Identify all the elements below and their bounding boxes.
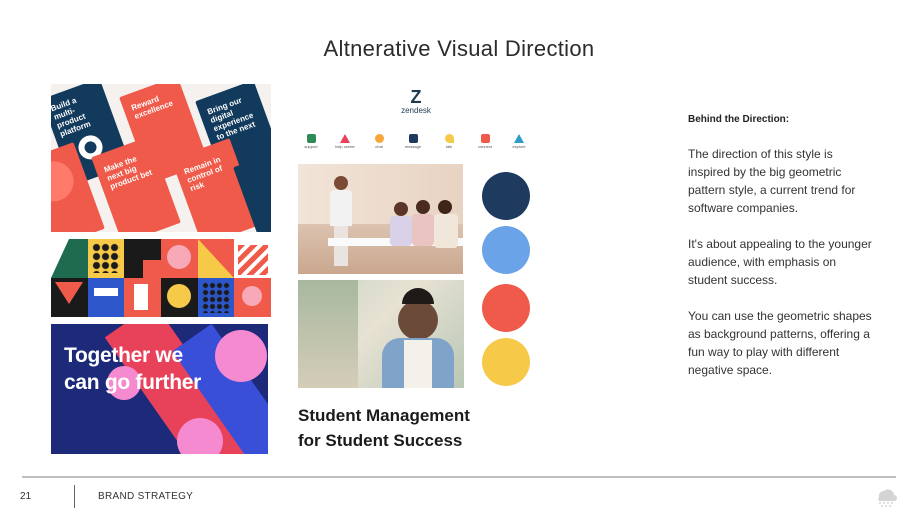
poster-text-3: Bring our digital experience to the next <box>206 95 257 142</box>
footer-section-label: BRAND STRATEGY <box>98 491 194 502</box>
pattern-cell <box>234 278 271 317</box>
explanation-paragraph-3: You can use the geometric shapes as back… <box>688 309 872 377</box>
zendesk-mark-icon: Z <box>410 87 422 107</box>
smiling-student-photo <box>298 280 464 388</box>
icon-label: support <box>304 144 318 149</box>
pattern-cell <box>161 239 198 278</box>
pattern-cell <box>197 239 235 278</box>
pattern-cell <box>234 239 271 278</box>
color-swatch-yellow <box>482 338 530 386</box>
zendesk-logo: Z zendesk <box>396 88 436 116</box>
poster-text-1: Build a multi-product platform <box>51 95 92 139</box>
banner-line-2: can go further <box>64 371 201 394</box>
footer-divider <box>22 476 896 478</box>
pattern-cell <box>124 278 161 317</box>
footer-separator <box>74 485 75 508</box>
color-swatch-navy <box>482 172 530 220</box>
team-meeting-photo <box>298 164 463 274</box>
pattern-cell <box>197 278 235 317</box>
poster-collage-image: Build a multi-product platform Reward ex… <box>51 84 271 232</box>
page-number: 21 <box>20 491 32 502</box>
icon-label: connect <box>477 144 492 149</box>
pattern-cell <box>124 239 161 278</box>
poster-text-2: Reward excellence <box>130 94 175 121</box>
pattern-cell <box>51 278 88 317</box>
color-swatch-blue <box>482 226 530 274</box>
pattern-cell <box>161 278 198 317</box>
message-icon: message <box>398 134 428 150</box>
banner-line-1: Together we <box>64 344 183 367</box>
support-icon: support <box>296 134 326 150</box>
talk-icon: talk <box>434 134 464 150</box>
product-icon-row: support help center chat message talk co… <box>300 134 536 154</box>
icon-label: message <box>404 144 422 149</box>
icon-label: explore <box>512 144 526 149</box>
explanation-heading: Behind the Direction: <box>688 114 790 125</box>
caption-line-2: for Student Success <box>298 431 463 450</box>
icon-label: talk <box>445 144 453 149</box>
geometric-pattern-image <box>51 239 271 317</box>
chat-icon: chat <box>364 134 394 150</box>
banner-headline: Together we can go further <box>64 342 201 396</box>
explanation-paragraph-2: It's about appealing to the younger audi… <box>688 237 872 287</box>
together-banner-image: Together we can go further <box>51 324 268 454</box>
poster-text-5: Remain in control of risk <box>182 154 224 194</box>
slide-title: Altnerative Visual Direction <box>323 36 595 61</box>
zendesk-wordmark: zendesk <box>401 106 431 115</box>
poster-text-4: Make the next big product bet <box>102 154 154 192</box>
pattern-cell <box>87 278 125 317</box>
direction-explanation: Behind the Direction: The direction of t… <box>688 114 878 397</box>
pattern-cell <box>51 239 88 278</box>
help-center-icon: help center <box>330 134 360 150</box>
caption-line-1: Student Management <box>298 406 470 425</box>
color-swatch-red <box>482 284 530 332</box>
icon-label: help center <box>335 144 355 149</box>
student-caption: Student Management for Student Success <box>298 403 470 453</box>
icon-label: chat <box>375 144 383 149</box>
connect-icon: connect <box>470 134 500 150</box>
pattern-cell <box>87 239 125 278</box>
cloud-rain-icon <box>878 489 897 507</box>
explanation-paragraph-1: The direction of this style is inspired … <box>688 147 856 215</box>
explore-icon: explore <box>504 134 534 150</box>
